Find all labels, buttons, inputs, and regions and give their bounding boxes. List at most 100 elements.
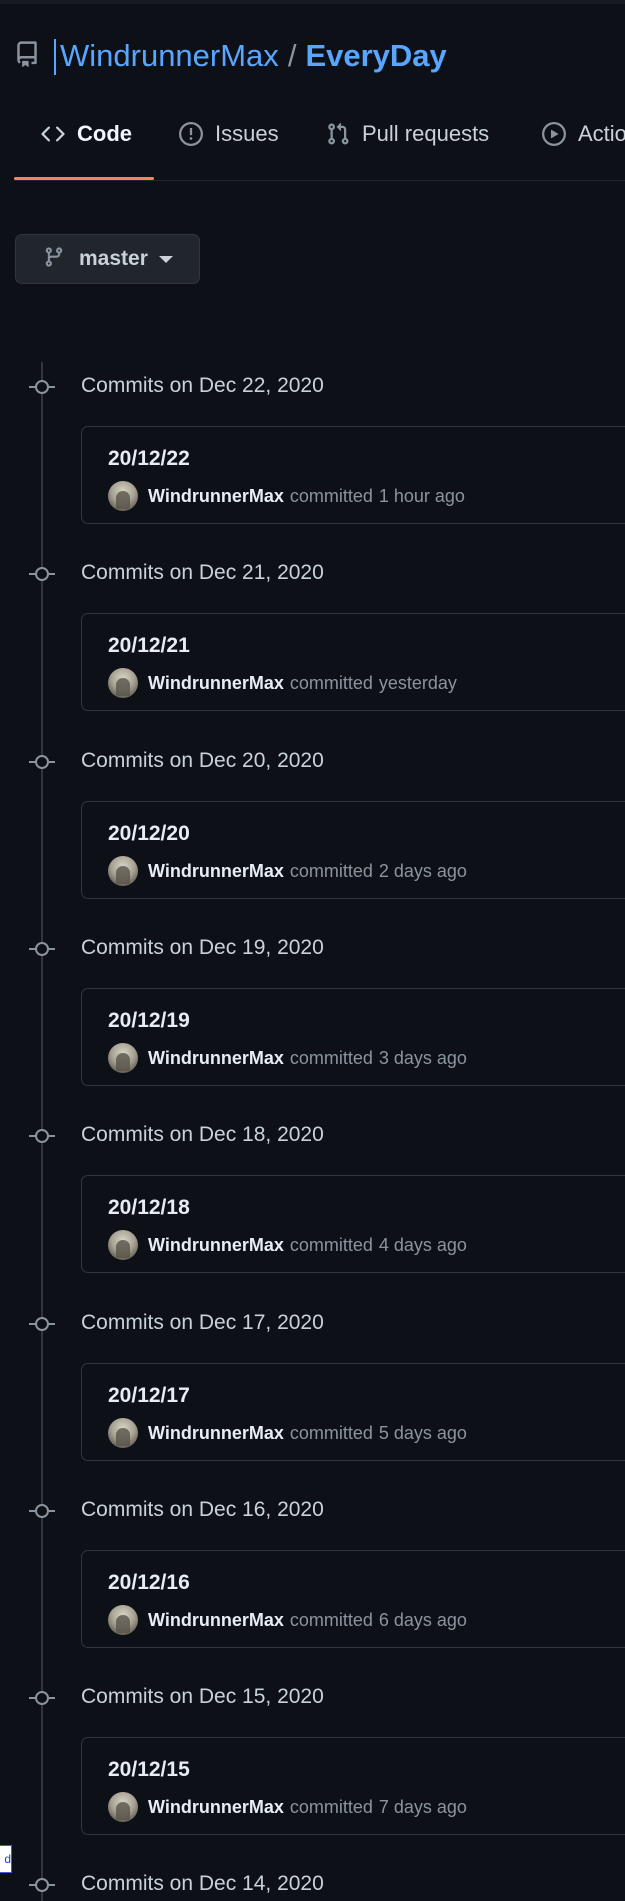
chevron-down-icon <box>158 255 173 263</box>
commit-row: 20/12/15 WindrunnerMax committed 7 days ago <box>81 1737 625 1835</box>
tab-pull-requests[interactable]: Pull requests <box>326 120 489 182</box>
git-branch-icon <box>43 246 65 273</box>
commit-meta: WindrunnerMax committed 2 days ago <box>108 855 467 887</box>
commit-group-title: Commits on Dec 19, 2020 <box>81 936 324 959</box>
commit-author-link[interactable]: WindrunnerMax <box>148 861 284 882</box>
repo-header: WindrunnerMax / EveryDay <box>14 36 447 76</box>
commit-action: committed <box>289 1796 373 1817</box>
commit-group-header: Commits on Dec 22, 2020 <box>0 372 625 402</box>
commit-author-link[interactable]: WindrunnerMax <box>148 1610 284 1631</box>
commit-group-header: Commits on Dec 20, 2020 <box>0 747 625 777</box>
commit-action: committed <box>289 1047 373 1068</box>
avatar[interactable] <box>108 1418 138 1448</box>
commit-group-header: Commits on Dec 18, 2020 <box>0 1121 625 1151</box>
commit-message-link[interactable]: 20/12/19 <box>108 1008 190 1034</box>
repo-nav-tabs: Code Issues Pull requests Actions <box>14 120 625 182</box>
commit-message-link[interactable]: 20/12/20 <box>108 821 190 847</box>
commit-message-link[interactable]: 20/12/21 <box>108 633 190 659</box>
git-commit-icon <box>35 1504 49 1518</box>
git-commit-icon <box>35 567 49 581</box>
commit-row: 20/12/18 WindrunnerMax committed 4 days ago <box>81 1175 625 1273</box>
commit-meta: WindrunnerMax committed 5 days ago <box>108 1417 467 1449</box>
commit-group-title: Commits on Dec 22, 2020 <box>81 374 324 397</box>
commit-time: 4 days ago <box>378 1234 467 1255</box>
commit-group-header: Commits on Dec 14, 2020 <box>0 1870 625 1900</box>
commit-row: 20/12/20 WindrunnerMax committed 2 days ago <box>81 801 625 899</box>
commit-action: committed <box>289 860 373 881</box>
commit-author-link[interactable]: WindrunnerMax <box>148 1423 284 1444</box>
tabs-divider <box>14 180 625 181</box>
commit-action: committed <box>289 1609 373 1630</box>
commit-time: 7 days ago <box>378 1796 467 1817</box>
tab-issues[interactable]: Issues <box>179 120 279 182</box>
commits-page: WindrunnerMax / EveryDay Code Issues Pul… <box>0 0 625 1901</box>
commit-meta: WindrunnerMax committed 6 days ago <box>108 1604 467 1636</box>
git-commit-icon <box>35 1129 49 1143</box>
commit-group-header: Commits on Dec 16, 2020 <box>0 1496 625 1526</box>
commit-time: 5 days ago <box>378 1422 467 1443</box>
avatar[interactable] <box>108 1792 138 1822</box>
avatar[interactable] <box>108 856 138 886</box>
commit-author-link[interactable]: WindrunnerMax <box>148 1048 284 1069</box>
commit-author-link[interactable]: WindrunnerMax <box>148 673 284 694</box>
git-commit-icon <box>35 1317 49 1331</box>
commit-action: committed <box>289 485 373 506</box>
commit-group-header: Commits on Dec 19, 2020 <box>0 934 625 964</box>
commit-meta: WindrunnerMax committed 7 days ago <box>108 1791 467 1823</box>
side-badge[interactable]: d <box>0 1845 12 1873</box>
commit-message-link[interactable]: 20/12/17 <box>108 1383 190 1409</box>
commit-group-title: Commits on Dec 18, 2020 <box>81 1123 324 1146</box>
commit-meta: WindrunnerMax committed yesterday <box>108 667 457 699</box>
commit-group-title: Commits on Dec 21, 2020 <box>81 561 324 584</box>
commit-action: committed <box>289 1422 373 1443</box>
commit-message-link[interactable]: 20/12/18 <box>108 1195 190 1221</box>
commit-meta: WindrunnerMax committed 1 hour ago <box>108 480 465 512</box>
tab-issues-label: Issues <box>215 121 279 146</box>
commit-row: 20/12/19 WindrunnerMax committed 3 days ago <box>81 988 625 1086</box>
commit-group-title: Commits on Dec 20, 2020 <box>81 749 324 772</box>
git-commit-icon <box>35 380 49 394</box>
branch-select-button[interactable]: master <box>15 234 200 284</box>
commit-group-header: Commits on Dec 21, 2020 <box>0 559 625 589</box>
repo-name-link[interactable]: EveryDay <box>305 36 446 76</box>
git-pull-request-icon <box>326 120 362 152</box>
avatar[interactable] <box>108 1230 138 1260</box>
avatar[interactable] <box>108 481 138 511</box>
commit-group-title: Commits on Dec 17, 2020 <box>81 1311 324 1334</box>
commit-time: yesterday <box>378 672 457 693</box>
avatar[interactable] <box>108 668 138 698</box>
commit-message-link[interactable]: 20/12/16 <box>108 1570 190 1596</box>
commit-message-link[interactable]: 20/12/15 <box>108 1757 190 1783</box>
commit-meta: WindrunnerMax committed 4 days ago <box>108 1229 467 1261</box>
commit-row: 20/12/22 WindrunnerMax committed 1 hour ago <box>81 426 625 524</box>
tab-code[interactable]: Code <box>14 120 154 182</box>
play-icon <box>542 120 578 152</box>
commit-action: committed <box>289 1234 373 1255</box>
tab-code-label: Code <box>77 121 132 146</box>
tab-actions[interactable]: Actions <box>542 120 625 182</box>
commit-row: 20/12/16 WindrunnerMax committed 6 days ago <box>81 1550 625 1648</box>
commit-group-header: Commits on Dec 15, 2020 <box>0 1683 625 1713</box>
repo-owner-link[interactable]: WindrunnerMax <box>60 36 279 76</box>
avatar[interactable] <box>108 1605 138 1635</box>
git-commit-icon <box>35 1691 49 1705</box>
text-cursor <box>54 39 56 75</box>
avatar[interactable] <box>108 1043 138 1073</box>
top-strip <box>0 0 625 4</box>
commit-action: committed <box>289 672 373 693</box>
commit-meta: WindrunnerMax committed 3 days ago <box>108 1042 467 1074</box>
commit-group-header: Commits on Dec 17, 2020 <box>0 1309 625 1339</box>
commit-message-link[interactable]: 20/12/22 <box>108 446 190 472</box>
commit-author-link[interactable]: WindrunnerMax <box>148 1797 284 1818</box>
issue-opened-icon <box>179 120 215 152</box>
commit-author-link[interactable]: WindrunnerMax <box>148 486 284 507</box>
tab-pull-requests-label: Pull requests <box>362 121 490 146</box>
repo-separator: / <box>287 38 297 73</box>
commit-group-title: Commits on Dec 15, 2020 <box>81 1685 324 1708</box>
repo-icon <box>14 41 40 71</box>
commit-time: 2 days ago <box>378 860 467 881</box>
commit-author-link[interactable]: WindrunnerMax <box>148 1235 284 1256</box>
git-commit-icon <box>35 755 49 769</box>
commit-row: 20/12/21 WindrunnerMax committed yesterday <box>81 613 625 711</box>
branch-name: master <box>79 247 148 270</box>
